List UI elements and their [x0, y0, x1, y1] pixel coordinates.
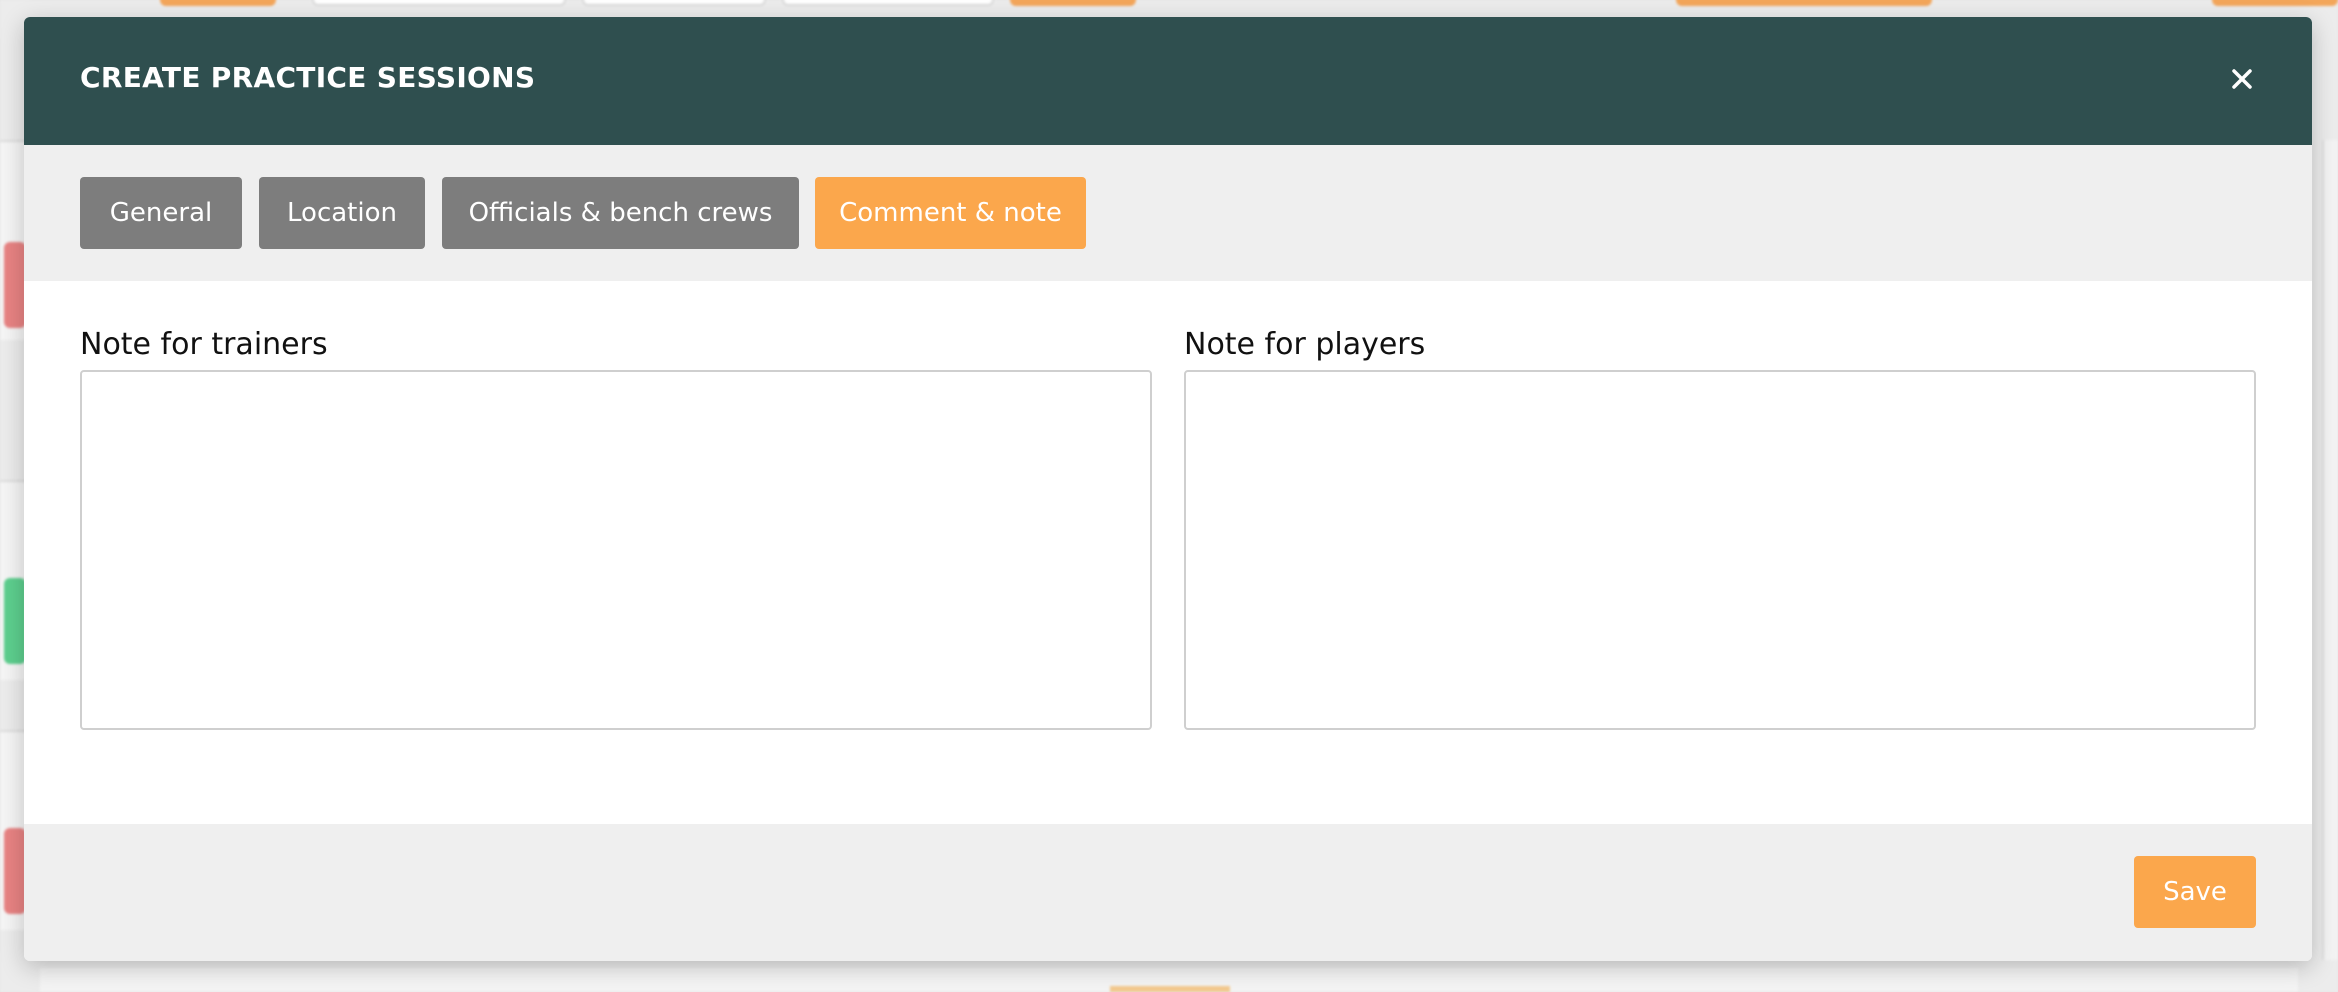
background-right-panel: [2322, 140, 2338, 960]
background-button: [2212, 0, 2338, 6]
note-for-players-textarea[interactable]: [1184, 370, 2256, 730]
background-button: [1010, 0, 1136, 6]
background-button: [782, 0, 994, 6]
background-button: [160, 0, 276, 6]
background-button: [1676, 0, 1932, 6]
tab-bar: General Location Officials & bench crews…: [24, 145, 2312, 281]
close-button[interactable]: [2222, 59, 2262, 99]
background-button: [582, 0, 766, 6]
comment-note-panel: Note for trainers Note for players: [24, 281, 2312, 824]
note-for-trainers-textarea[interactable]: [80, 370, 1152, 730]
tab-officials-bench-crews[interactable]: Officials & bench crews: [442, 177, 799, 249]
close-icon: [2232, 69, 2252, 89]
background-bottom-accent: [1110, 986, 1230, 992]
background-status-chip: [4, 828, 26, 914]
save-button[interactable]: Save: [2134, 856, 2256, 928]
background-status-chip: [4, 578, 26, 664]
tab-location[interactable]: Location: [259, 177, 425, 249]
note-for-trainers-label: Note for trainers: [80, 327, 328, 362]
tab-general[interactable]: General: [80, 177, 242, 249]
create-practice-sessions-modal: CREATE PRACTICE SESSIONS General Locatio…: [24, 17, 2312, 961]
tab-comment-note[interactable]: Comment & note: [815, 177, 1086, 249]
background-button: [312, 0, 566, 6]
note-for-players-label: Note for players: [1184, 327, 1426, 362]
modal-header: CREATE PRACTICE SESSIONS: [24, 17, 2312, 145]
modal-footer: Save: [24, 824, 2312, 961]
background-status-chip: [4, 242, 26, 328]
modal-title: CREATE PRACTICE SESSIONS: [80, 61, 536, 94]
